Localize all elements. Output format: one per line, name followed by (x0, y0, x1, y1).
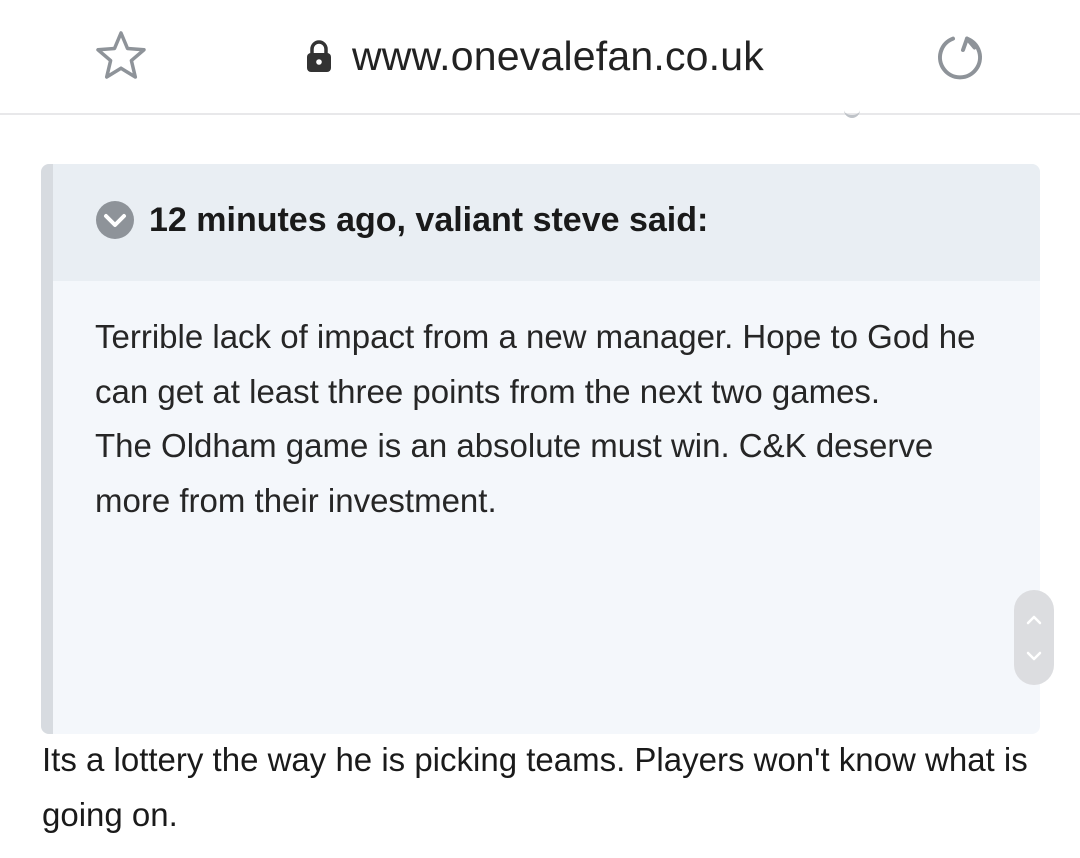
url-field[interactable]: www.onevalefan.co.uk (304, 30, 764, 82)
quote-header: 12 minutes ago, valiant steve said: (53, 164, 1040, 281)
url-text: www.onevalefan.co.uk (352, 32, 764, 79)
quote-paragraph: The Oldham game is an absolute must win.… (95, 427, 934, 519)
quote-left-border (41, 164, 53, 734)
post-reply-text: Its a lottery the way he is picking team… (42, 733, 1032, 842)
chevron-down-circle-icon[interactable] (95, 200, 135, 240)
scroll-navigator[interactable] (1014, 590, 1054, 685)
reload-icon[interactable] (932, 28, 988, 84)
quote-paragraph: Terrible lack of impact from a new manag… (95, 318, 976, 410)
quote-block: 12 minutes ago, valiant steve said: Terr… (41, 164, 1040, 734)
scroll-peek-indicator (844, 108, 860, 118)
reply-paragraph: Its a lottery the way he is picking team… (42, 741, 1028, 833)
chevron-up-icon[interactable] (1026, 614, 1042, 626)
quote-citation: 12 minutes ago, valiant steve said: (149, 201, 709, 239)
quote-body: Terrible lack of impact from a new manag… (95, 310, 995, 528)
lock-icon (307, 40, 331, 72)
favorite-star-icon[interactable] (94, 30, 148, 82)
browser-address-bar: www.onevalefan.co.uk (0, 0, 1080, 115)
chevron-down-icon[interactable] (1026, 650, 1042, 662)
